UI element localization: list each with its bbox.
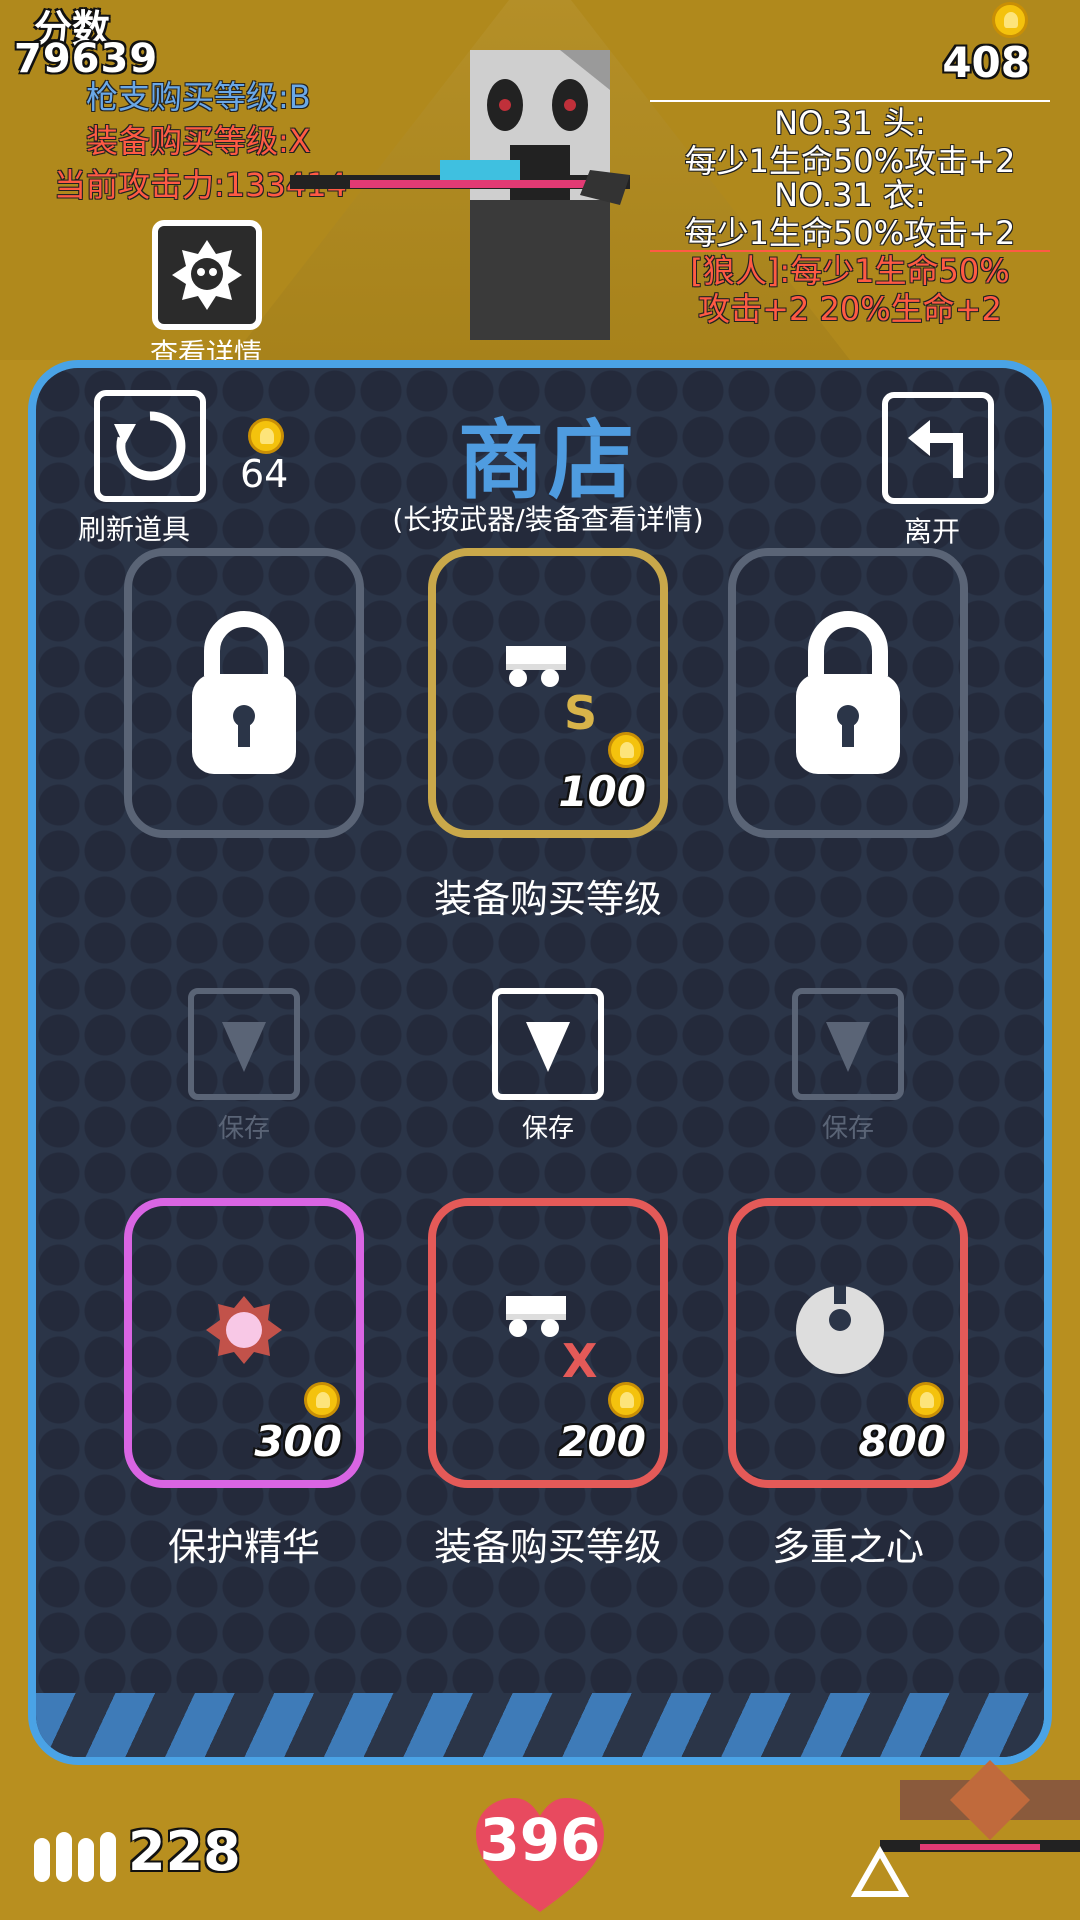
gun-icon bbox=[290, 160, 630, 205]
coin-icon bbox=[248, 418, 284, 454]
down-arrow-icon bbox=[222, 1022, 266, 1072]
shop-slot-protection-essence[interactable]: 300 bbox=[124, 1198, 364, 1488]
shop-slot-equipment-upgrade-x[interactable]: X 200 bbox=[428, 1198, 668, 1488]
equip-level-text: 装备购买等级:X bbox=[86, 122, 311, 160]
slot-label: 装备购买等级 bbox=[433, 1525, 662, 1569]
slot-label: 保护精华 bbox=[167, 1525, 320, 1569]
lock-icon bbox=[192, 611, 296, 774]
shop-slot-equipment-upgrade-s[interactable]: S 100 bbox=[428, 548, 668, 838]
gun-level-text: 枪支购买等级:B bbox=[86, 78, 311, 116]
coin-icon bbox=[304, 1382, 340, 1418]
refresh-icon bbox=[114, 411, 186, 481]
down-arrow-icon bbox=[526, 1022, 570, 1072]
leave-button[interactable] bbox=[882, 392, 994, 504]
item-price: 100 bbox=[558, 767, 646, 816]
item-price: 800 bbox=[858, 1417, 946, 1466]
leave-label: 离开 bbox=[904, 515, 961, 548]
save-label: 保存 bbox=[217, 1114, 270, 1144]
coin-icon bbox=[608, 732, 644, 768]
coin-icon bbox=[608, 1382, 644, 1418]
refresh-items-button[interactable] bbox=[94, 390, 206, 502]
coin-count: 408 bbox=[942, 38, 1030, 87]
save-button-center[interactable] bbox=[492, 988, 604, 1100]
save-label: 保存 bbox=[521, 1114, 574, 1144]
coin-icon bbox=[992, 2, 1028, 38]
shop-slot-multi-heart[interactable]: 800 bbox=[728, 1198, 968, 1488]
save-button-right[interactable] bbox=[792, 988, 904, 1100]
save-button-left[interactable] bbox=[188, 988, 300, 1100]
triangle-button-icon[interactable] bbox=[850, 1846, 910, 1900]
slot-label: 多重之心 bbox=[771, 1525, 924, 1569]
lock-icon bbox=[796, 611, 900, 774]
skull-badge-icon bbox=[172, 240, 242, 310]
refresh-items-label: 刷新道具 bbox=[78, 513, 191, 546]
return-arrow-icon bbox=[908, 420, 963, 478]
item-price: 200 bbox=[558, 1417, 646, 1466]
refresh-cost: 64 bbox=[240, 452, 289, 496]
buff-clothes: NO.31 衣: 每少1生命50%攻击+2 bbox=[684, 176, 1016, 252]
down-arrow-icon bbox=[826, 1022, 870, 1072]
slot-label: 装备购买等级 bbox=[433, 877, 662, 921]
shop-slot-locked[interactable] bbox=[124, 548, 364, 838]
shop-slot-locked[interactable] bbox=[728, 548, 968, 838]
shop-panel: 商店 (长按武器/装备查看详情) 刷新道具 64 离开 S 100 装备购买等级… bbox=[28, 360, 1052, 1765]
ammo-icon bbox=[34, 1832, 116, 1882]
grade-letter: X bbox=[562, 1334, 598, 1388]
buff-head: NO.31 头: 每少1生命50%攻击+2 bbox=[650, 100, 1050, 180]
grade-letter: S bbox=[564, 686, 598, 740]
item-price: 300 bbox=[254, 1417, 342, 1466]
coin-icon bbox=[908, 1382, 944, 1418]
weapon-switch-icon[interactable] bbox=[880, 1740, 1080, 1880]
save-label: 保存 bbox=[821, 1114, 874, 1144]
buff-werewolf: [狼人]:每少1生命50% 攻击+2 20%生命+2 bbox=[650, 250, 1050, 328]
view-details-button[interactable] bbox=[152, 220, 262, 330]
health-value: 396 bbox=[479, 1806, 601, 1874]
ammo-count: 228 bbox=[128, 1820, 241, 1883]
